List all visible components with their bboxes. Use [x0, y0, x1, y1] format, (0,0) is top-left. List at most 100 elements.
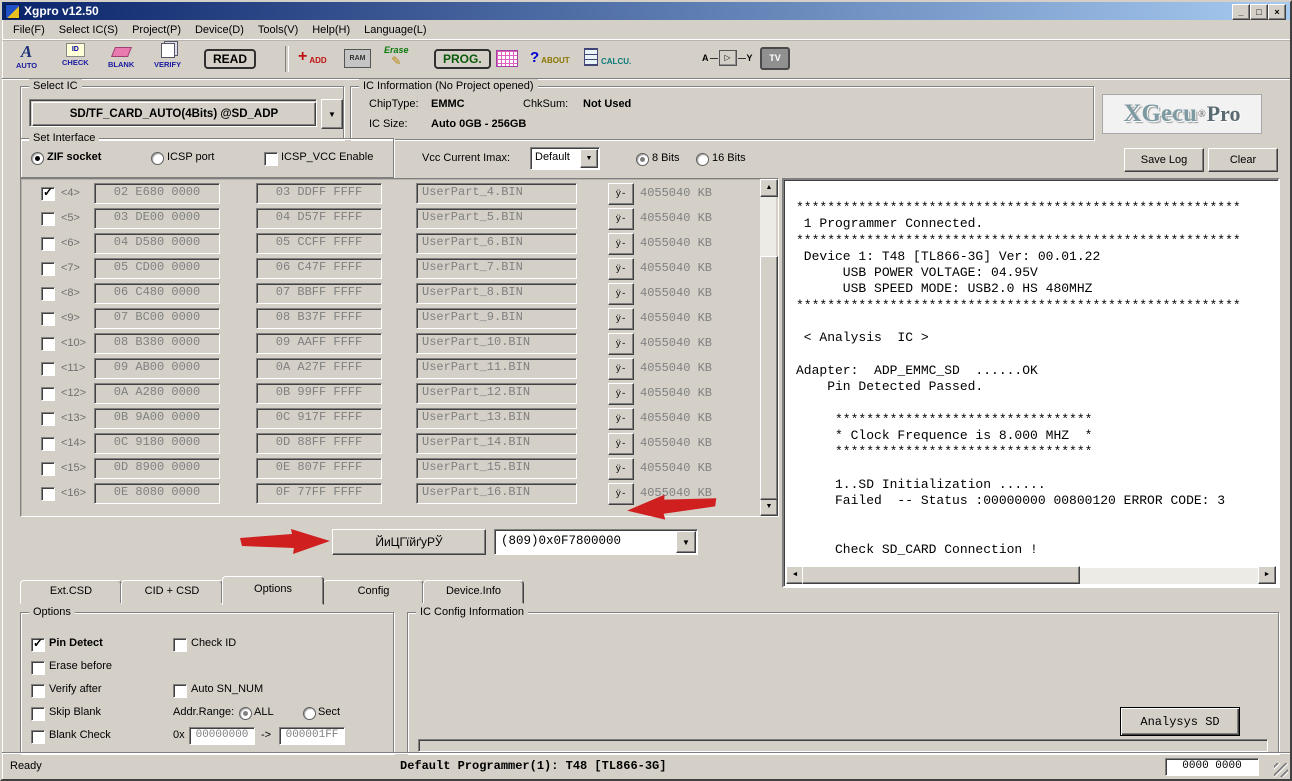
partition-start-address-field[interactable]: 08 B380 0000: [94, 333, 220, 354]
addr-range-all-radio[interactable]: [239, 707, 252, 720]
partition-file-field[interactable]: UserPart_6.BIN: [416, 233, 577, 254]
analysys-sd-button[interactable]: Analysys SD: [1120, 707, 1240, 736]
scrollbar-up-button[interactable]: ▲: [760, 179, 778, 197]
clear-button[interactable]: Clear: [1208, 148, 1278, 172]
partition-end-address-field[interactable]: 0E 807F FFFF: [256, 458, 382, 479]
toolbar-blank-button[interactable]: BLANK: [108, 43, 134, 69]
partition-start-address-field[interactable]: 05 CD00 0000: [94, 258, 220, 279]
partition-file-field[interactable]: UserPart_9.BIN: [416, 308, 577, 329]
resize-grip[interactable]: [1274, 763, 1288, 777]
partition-start-address-field[interactable]: 07 BC00 0000: [94, 308, 220, 329]
partition-checkbox[interactable]: [41, 487, 55, 501]
minimize-button[interactable]: _: [1232, 4, 1250, 20]
browse-file-button[interactable]: ÿ-: [608, 258, 634, 280]
partition-checkbox[interactable]: [41, 237, 55, 251]
partition-end-address-field[interactable]: 04 D57F FFFF: [256, 208, 382, 229]
ic-combobox-dropdown-arrow-icon[interactable]: ▼: [321, 99, 343, 129]
partition-end-address-field[interactable]: 0A A27F FFFF: [256, 358, 382, 379]
partition-size-combobox[interactable]: (809)0x0F7800000 ▼: [494, 529, 698, 555]
toolbar-add-button[interactable]: + ADD: [298, 48, 327, 65]
menu-project[interactable]: Project(P): [125, 23, 188, 37]
toolbar-about-button[interactable]: ? ABOUT: [530, 50, 570, 65]
browse-file-button[interactable]: ÿ-: [608, 308, 634, 330]
toolbar-matrix-button[interactable]: [496, 50, 518, 67]
zif-socket-radio[interactable]: [31, 152, 44, 165]
partition-file-field[interactable]: UserPart_14.BIN: [416, 433, 577, 454]
vcc-dropdown-arrow-icon[interactable]: ▼: [580, 149, 598, 168]
toolbar-logic-test-button[interactable]: A ▷ Y: [702, 50, 753, 66]
toolbar-read-button[interactable]: READ: [204, 49, 256, 69]
tab-ext-csd[interactable]: Ext.CSD: [20, 580, 122, 604]
partition-file-field[interactable]: UserPart_16.BIN: [416, 483, 577, 504]
tab-device-info[interactable]: Device.Info: [423, 580, 524, 604]
scroll-right-button[interactable]: ►: [1258, 566, 1276, 584]
maximize-button[interactable]: □: [1250, 4, 1268, 20]
partition-start-address-field[interactable]: 02 E680 0000: [94, 183, 220, 204]
partition-start-address-field[interactable]: 06 C480 0000: [94, 283, 220, 304]
partition-end-address-field[interactable]: 0C 917F FFFF: [256, 408, 382, 429]
partition-file-field[interactable]: UserPart_10.BIN: [416, 333, 577, 354]
partition-end-address-field[interactable]: 07 BBFF FFFF: [256, 283, 382, 304]
range-from-field[interactable]: 00000000: [189, 727, 255, 745]
menu-help[interactable]: Help(H): [305, 23, 357, 37]
partition-file-field[interactable]: UserPart_11.BIN: [416, 358, 577, 379]
ic-combobox[interactable]: SD/TF_CARD_AUTO(4Bits) @SD_ADP: [29, 99, 317, 127]
icsp-vcc-checkbox[interactable]: [264, 152, 278, 166]
pin-detect-checkbox[interactable]: [31, 638, 45, 652]
browse-file-button[interactable]: ÿ-: [608, 383, 634, 405]
menu-language[interactable]: Language(L): [357, 23, 433, 37]
partition-start-address-field[interactable]: 0D 8900 0000: [94, 458, 220, 479]
partition-checkbox[interactable]: [41, 462, 55, 476]
partition-file-field[interactable]: UserPart_5.BIN: [416, 208, 577, 229]
toolbar-auto-button[interactable]: A AUTO: [16, 43, 37, 70]
partition-end-address-field[interactable]: 09 AAFF FFFF: [256, 333, 382, 354]
erase-before-checkbox[interactable]: [31, 661, 45, 675]
partition-end-address-field[interactable]: 03 DDFF FFFF: [256, 183, 382, 204]
toolbar-verify-button[interactable]: VERIFY: [154, 43, 181, 69]
partition-end-address-field[interactable]: 0F 77FF FFFF: [256, 483, 382, 504]
scrollbar-thumb[interactable]: [760, 256, 778, 500]
partition-start-address-field[interactable]: 03 DE00 0000: [94, 208, 220, 229]
partition-file-field[interactable]: UserPart_15.BIN: [416, 458, 577, 479]
skip-blank-checkbox[interactable]: [31, 707, 45, 721]
menu-file[interactable]: File(F): [6, 23, 52, 37]
menu-select-ic[interactable]: Select IC(S): [52, 23, 125, 37]
range-to-field[interactable]: 000001FF: [279, 727, 345, 745]
toolbar-prog-button[interactable]: PROG.: [434, 49, 491, 69]
partition-checkbox[interactable]: [41, 187, 55, 201]
partition-checkbox[interactable]: [41, 437, 55, 451]
partition-file-field[interactable]: UserPart_7.BIN: [416, 258, 577, 279]
tab-options[interactable]: Options: [222, 576, 324, 605]
toolbar-ram-button[interactable]: RAM: [344, 49, 371, 68]
partition-end-address-field[interactable]: 0D 88FF FFFF: [256, 433, 382, 454]
partition-start-address-field[interactable]: 0A A280 0000: [94, 383, 220, 404]
partition-file-field[interactable]: UserPart_4.BIN: [416, 183, 577, 204]
partition-end-address-field[interactable]: 06 C47F FFFF: [256, 258, 382, 279]
partition-checkbox[interactable]: [41, 262, 55, 276]
partition-end-address-field[interactable]: 05 CCFF FFFF: [256, 233, 382, 254]
blank-check-checkbox[interactable]: [31, 730, 45, 744]
partition-checkbox[interactable]: [41, 287, 55, 301]
write-partition-button[interactable]: ЙиЦГїйґуРЎ: [332, 529, 486, 555]
toolbar-erase-button[interactable]: Erase ✎: [384, 44, 409, 68]
addr-range-sect-radio[interactable]: [303, 707, 316, 720]
tab-config[interactable]: Config: [323, 580, 424, 604]
toolbar-tv-button[interactable]: TV: [760, 47, 790, 70]
partition-checkbox[interactable]: [41, 312, 55, 326]
partition-end-address-field[interactable]: 0B 99FF FFFF: [256, 383, 382, 404]
menu-tools[interactable]: Tools(V): [251, 23, 305, 37]
browse-file-button[interactable]: ÿ-: [608, 408, 634, 430]
partition-checkbox[interactable]: [41, 387, 55, 401]
partition-start-address-field[interactable]: 0B 9A00 0000: [94, 408, 220, 429]
partition-checkbox[interactable]: [41, 337, 55, 351]
log-hscrollbar-thumb[interactable]: [802, 566, 1080, 584]
size-dropdown-arrow-icon[interactable]: ▼: [676, 531, 696, 553]
toolbar-calcu-button[interactable]: CALCU.: [584, 48, 631, 66]
browse-file-button[interactable]: ÿ-: [608, 233, 634, 255]
browse-file-button[interactable]: ÿ-: [608, 433, 634, 455]
partition-file-field[interactable]: UserPart_8.BIN: [416, 283, 577, 304]
partition-file-field[interactable]: UserPart_13.BIN: [416, 408, 577, 429]
partition-end-address-field[interactable]: 08 B37F FFFF: [256, 308, 382, 329]
bits8-radio[interactable]: [636, 153, 649, 166]
browse-file-button[interactable]: ÿ-: [608, 208, 634, 230]
